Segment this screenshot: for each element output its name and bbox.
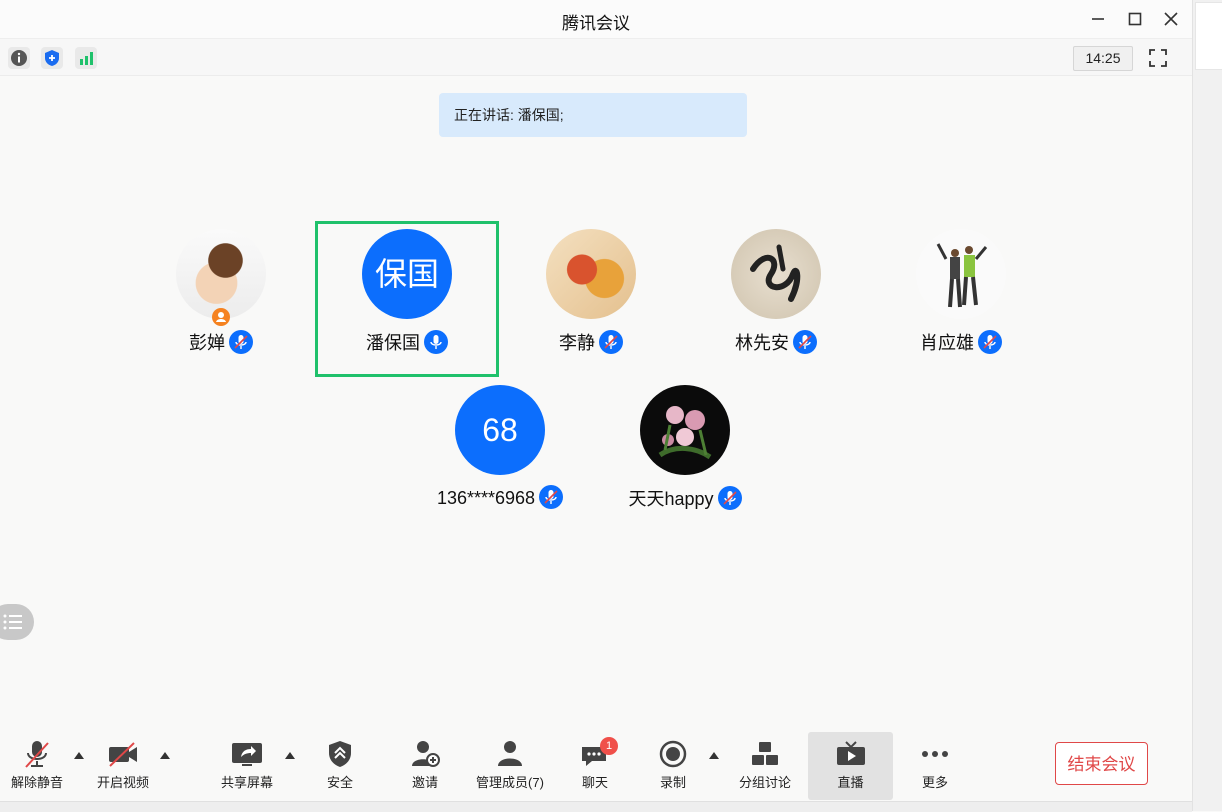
invite-label: 邀请 — [411, 775, 438, 790]
end-meeting-button[interactable]: 结束会议 — [1055, 742, 1148, 785]
mic-off-icon — [25, 741, 49, 768]
background-window-edge — [1192, 0, 1222, 811]
status-bar — [0, 801, 1192, 812]
start-video-label: 开启视频 — [96, 775, 149, 790]
participant-tile-active[interactable]: 保国 潘保国 — [315, 221, 499, 377]
participant-list-toggle[interactable] — [0, 604, 34, 640]
mic-muted-icon — [717, 486, 742, 510]
mic-muted-icon — [599, 330, 623, 354]
chat-button[interactable]: 聊天 — [562, 727, 628, 801]
participant-name: 潘保国 — [318, 329, 496, 355]
invite-user-icon — [412, 741, 440, 767]
mic-muted-icon — [539, 485, 564, 509]
live-stream-label: 直播 — [837, 775, 864, 790]
live-tv-icon — [836, 741, 865, 765]
participant-name: 林先安 — [684, 329, 868, 355]
share-screen-button[interactable]: 共享屏幕 — [214, 727, 280, 801]
list-icon — [3, 614, 22, 630]
avatar-initial: 保国 — [362, 229, 452, 319]
share-screen-label: 共享屏幕 — [220, 775, 273, 790]
avatar-photo-calligraphy — [731, 229, 821, 319]
participant-name-text: 李静 — [559, 333, 595, 353]
audio-options-caret[interactable] — [74, 752, 84, 759]
maximize-icon[interactable] — [1124, 8, 1146, 30]
shield-icon[interactable] — [41, 47, 63, 69]
participant-tile[interactable]: 林先安 — [684, 221, 868, 377]
speaking-indicator: 正在讲话: 潘保国; — [439, 93, 747, 137]
participant-tile[interactable]: 彭婵 — [129, 221, 313, 377]
participant-tile[interactable]: 68 136****6968 — [408, 377, 592, 533]
flowers-image — [658, 406, 712, 460]
fullscreen-icon[interactable] — [1146, 46, 1170, 70]
security-shield-icon — [329, 741, 351, 767]
unmute-button[interactable]: 解除静音 — [4, 727, 70, 801]
more-button[interactable]: 更多 — [902, 727, 968, 801]
breakout-rooms-icon — [752, 742, 778, 765]
members-icon — [498, 741, 522, 766]
signal-icon[interactable] — [75, 47, 97, 69]
participant-name-text: 潘保国 — [366, 333, 420, 353]
live-stream-button[interactable]: 直播 — [808, 732, 893, 800]
record-options-caret[interactable] — [709, 752, 719, 759]
speaking-text: 正在讲话: 潘保国; — [454, 107, 564, 123]
avatar-initial: 68 — [455, 385, 545, 475]
meeting-window: 腾讯会议 14:25 正在讲话: 潘保国; 彭婵 保国 潘保国 李静 林先安 肖… — [0, 0, 1192, 812]
video-options-caret[interactable] — [160, 752, 170, 759]
title-bar: 腾讯会议 — [0, 0, 1192, 38]
meeting-toolbar: 解除静音 开启视频 共享屏幕 安全 邀请 管理成员(7) 聊天 1 录制 分组讨… — [0, 727, 1192, 801]
participant-name: 彭婵 — [129, 329, 313, 355]
participant-name-text: 肖应雄 — [920, 333, 974, 353]
participant-name-text: 136****6968 — [436, 488, 536, 508]
mic-muted-icon — [793, 330, 817, 354]
host-icon — [212, 308, 230, 326]
minimize-icon[interactable] — [1087, 8, 1109, 30]
chat-unread-badge: 1 — [600, 737, 618, 755]
info-icon[interactable] — [8, 47, 30, 69]
participant-name-text: 天天happy — [628, 489, 714, 509]
breakout-label: 分组讨论 — [738, 775, 791, 790]
participant-name-text: 林先安 — [735, 333, 789, 353]
record-label: 录制 — [659, 775, 686, 790]
meeting-clock: 14:25 — [1073, 46, 1133, 71]
participant-name: 肖应雄 — [869, 329, 1053, 355]
avatar-photo-flowers — [640, 385, 730, 475]
record-button[interactable]: 录制 — [640, 727, 706, 801]
start-video-button[interactable]: 开启视频 — [90, 727, 156, 801]
participant-name: 天天happy — [593, 485, 777, 511]
share-screen-icon — [232, 743, 262, 766]
participant-tile[interactable]: 李静 — [499, 221, 683, 377]
more-label: 更多 — [921, 775, 948, 790]
participant-tile[interactable]: 天天happy — [593, 377, 777, 533]
window-title: 腾讯会议 — [562, 14, 630, 33]
calligraphy-image — [750, 244, 801, 302]
manage-members-button[interactable]: 管理成员(7) — [470, 727, 550, 801]
mic-muted-icon — [978, 330, 1002, 354]
share-options-caret[interactable] — [285, 752, 295, 759]
invite-button[interactable]: 邀请 — [392, 727, 458, 801]
avatar-photo-child — [176, 229, 266, 319]
more-dots-icon — [922, 751, 948, 757]
video-off-icon — [109, 742, 137, 767]
security-label: 安全 — [326, 775, 353, 790]
participant-name: 136****6968 — [408, 485, 592, 509]
breakout-button[interactable]: 分组讨论 — [732, 727, 798, 801]
background-window-panel — [1195, 2, 1222, 70]
participant-name: 李静 — [499, 329, 683, 355]
record-icon — [659, 740, 687, 768]
participant-name-text: 彭婵 — [189, 333, 225, 353]
mic-muted-icon — [229, 330, 253, 354]
participant-tile[interactable]: 肖应雄 — [869, 221, 1053, 377]
manage-members-label: 管理成员(7) — [476, 775, 544, 790]
mic-active-icon — [424, 330, 448, 354]
avatar-photo-people — [916, 229, 1006, 319]
people-image — [936, 243, 988, 308]
unmute-label: 解除静音 — [10, 775, 63, 790]
avatar-photo-map — [546, 229, 636, 319]
info-bar: 14:25 — [0, 38, 1192, 76]
chat-label: 聊天 — [581, 775, 608, 790]
security-button[interactable]: 安全 — [307, 727, 373, 801]
close-icon[interactable] — [1160, 8, 1182, 30]
